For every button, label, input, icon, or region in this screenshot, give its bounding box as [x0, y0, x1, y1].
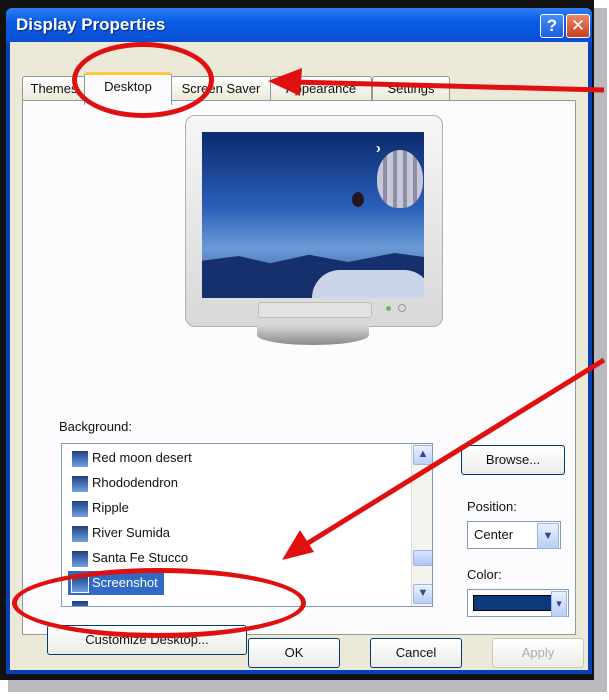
arrow-to-customize-head [282, 530, 314, 560]
annotation-arrows [268, 68, 606, 560]
arrow-to-tab-head [268, 68, 302, 96]
arrow-to-tab-line [291, 79, 605, 93]
arrow-to-customize-line [298, 357, 606, 551]
